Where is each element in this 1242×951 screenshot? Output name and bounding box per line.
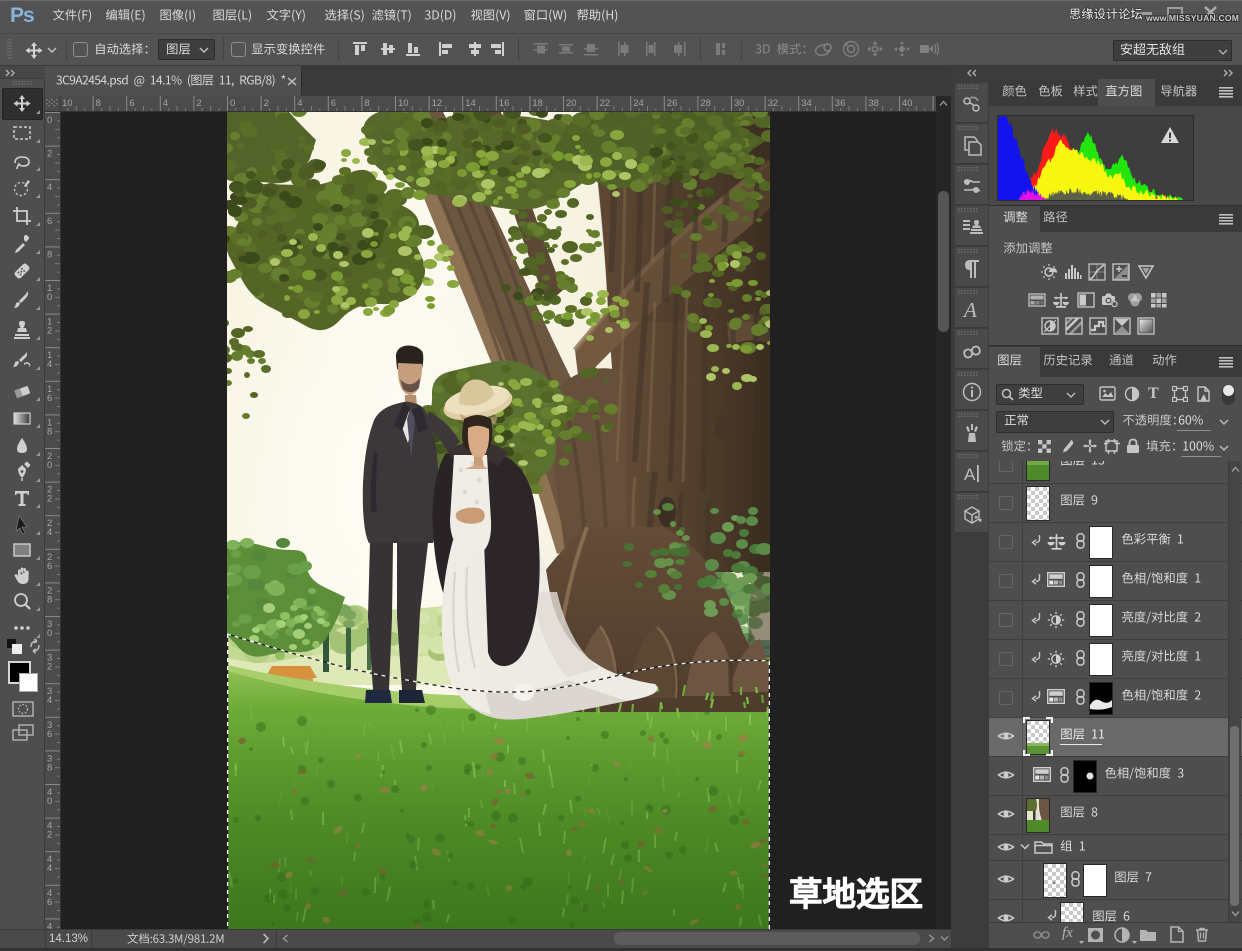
svg-text:10: 10 [398,98,409,109]
svg-text:0: 0 [47,292,52,303]
svg-text:36: 36 [835,98,846,109]
svg-text:2: 2 [47,494,52,505]
svg-text:8: 8 [47,762,52,773]
svg-text:38: 38 [868,98,879,109]
svg-text:8: 8 [96,98,101,109]
svg-text:A: A [964,465,976,484]
svg-text:2: 2 [47,149,52,160]
svg-text:32: 32 [768,98,779,109]
svg-text:0: 0 [47,460,52,471]
svg-text:40: 40 [902,98,913,109]
svg-text:14: 14 [465,98,476,109]
svg-text:0: 0 [47,628,52,639]
svg-text:8: 8 [47,249,52,260]
svg-text:24: 24 [633,98,644,109]
svg-text:0: 0 [47,115,52,126]
svg-text:4: 4 [47,921,52,929]
svg-text:4: 4 [47,182,52,193]
svg-text:2: 2 [47,326,52,337]
svg-text:4: 4 [47,863,52,874]
svg-text:8: 8 [47,426,52,437]
svg-text:0: 0 [230,98,235,109]
svg-text:6: 6 [47,216,52,227]
svg-text:6: 6 [331,98,336,109]
svg-text:22: 22 [600,98,611,109]
svg-text:20: 20 [566,98,577,109]
svg-text:2: 2 [47,830,52,841]
svg-text:4: 4 [163,98,168,109]
svg-text:28: 28 [700,98,711,109]
svg-text:4: 4 [47,527,52,538]
svg-text:4: 4 [297,98,302,109]
svg-text:8: 8 [47,594,52,605]
svg-text:12: 12 [432,98,443,109]
svg-text:6: 6 [129,98,134,109]
svg-text:10: 10 [62,98,73,109]
svg-text:16: 16 [499,98,510,109]
svg-text:4: 4 [47,359,52,370]
svg-text:2: 2 [196,98,201,109]
svg-text:26: 26 [667,98,678,109]
svg-text:6: 6 [47,729,52,740]
svg-text:6: 6 [47,393,52,404]
svg-text:4: 4 [47,695,52,706]
svg-text:2: 2 [47,662,52,673]
svg-text:0: 0 [47,796,52,807]
svg-text:A: A [962,298,977,322]
svg-text:6: 6 [47,897,52,908]
svg-text:6: 6 [47,561,52,572]
svg-text:18: 18 [532,98,543,109]
svg-text:30: 30 [734,98,745,109]
svg-text:34: 34 [801,98,812,109]
svg-text:2: 2 [264,98,269,109]
svg-text:8: 8 [364,98,369,109]
